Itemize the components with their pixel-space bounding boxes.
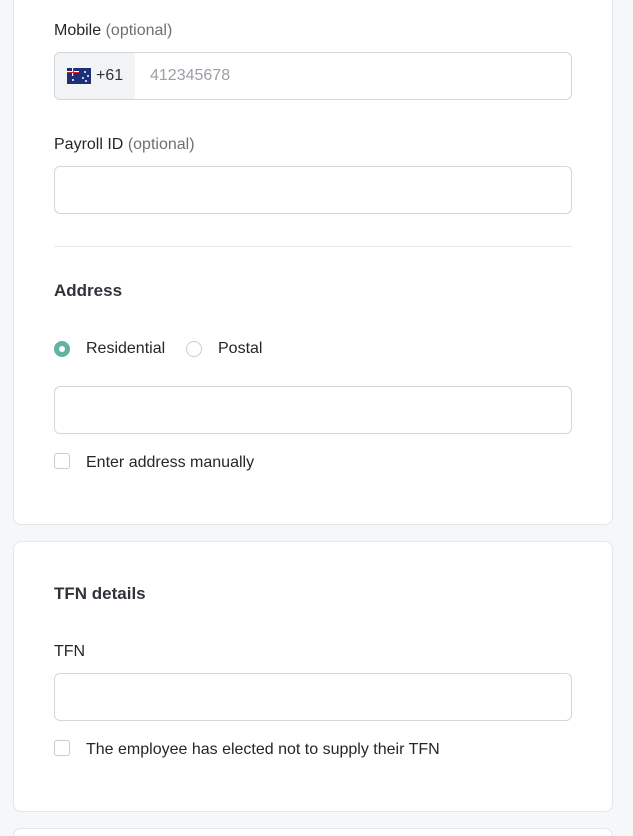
country-dial-code: +61 bbox=[96, 67, 124, 84]
residential-radio-label[interactable]: Residential bbox=[86, 339, 165, 359]
section-divider bbox=[54, 246, 572, 247]
country-code-selector[interactable]: +61 bbox=[55, 53, 135, 99]
tfn-label: TFN bbox=[54, 643, 86, 660]
mobile-field[interactable]: +61 412345678 bbox=[54, 52, 572, 100]
enter-address-manually-checkbox[interactable] bbox=[54, 453, 70, 469]
tfn-section-title: TFN details bbox=[54, 584, 146, 603]
payroll-id-optional-hint: (optional) bbox=[127, 136, 195, 153]
tfn-not-supplied-label[interactable]: The employee has elected not to supply t… bbox=[86, 740, 440, 760]
australia-flag-icon bbox=[67, 68, 91, 84]
next-section-card bbox=[13, 828, 613, 836]
mobile-input-placeholder[interactable]: 412345678 bbox=[150, 65, 230, 87]
mobile-optional-hint: (optional) bbox=[105, 22, 173, 39]
postal-radio[interactable] bbox=[186, 341, 202, 357]
payroll-id-label: Payroll ID (optional) bbox=[54, 136, 195, 153]
address-section-title: Address bbox=[54, 281, 123, 300]
payroll-id-input[interactable] bbox=[54, 166, 572, 214]
address-search-input[interactable] bbox=[54, 386, 572, 434]
postal-radio-label[interactable]: Postal bbox=[218, 339, 262, 359]
enter-address-manually-label[interactable]: Enter address manually bbox=[86, 453, 254, 473]
tfn-input[interactable] bbox=[54, 673, 572, 721]
tfn-not-supplied-checkbox[interactable] bbox=[54, 740, 70, 756]
residential-radio[interactable] bbox=[54, 341, 70, 357]
mobile-label: Mobile (optional) bbox=[54, 22, 173, 39]
